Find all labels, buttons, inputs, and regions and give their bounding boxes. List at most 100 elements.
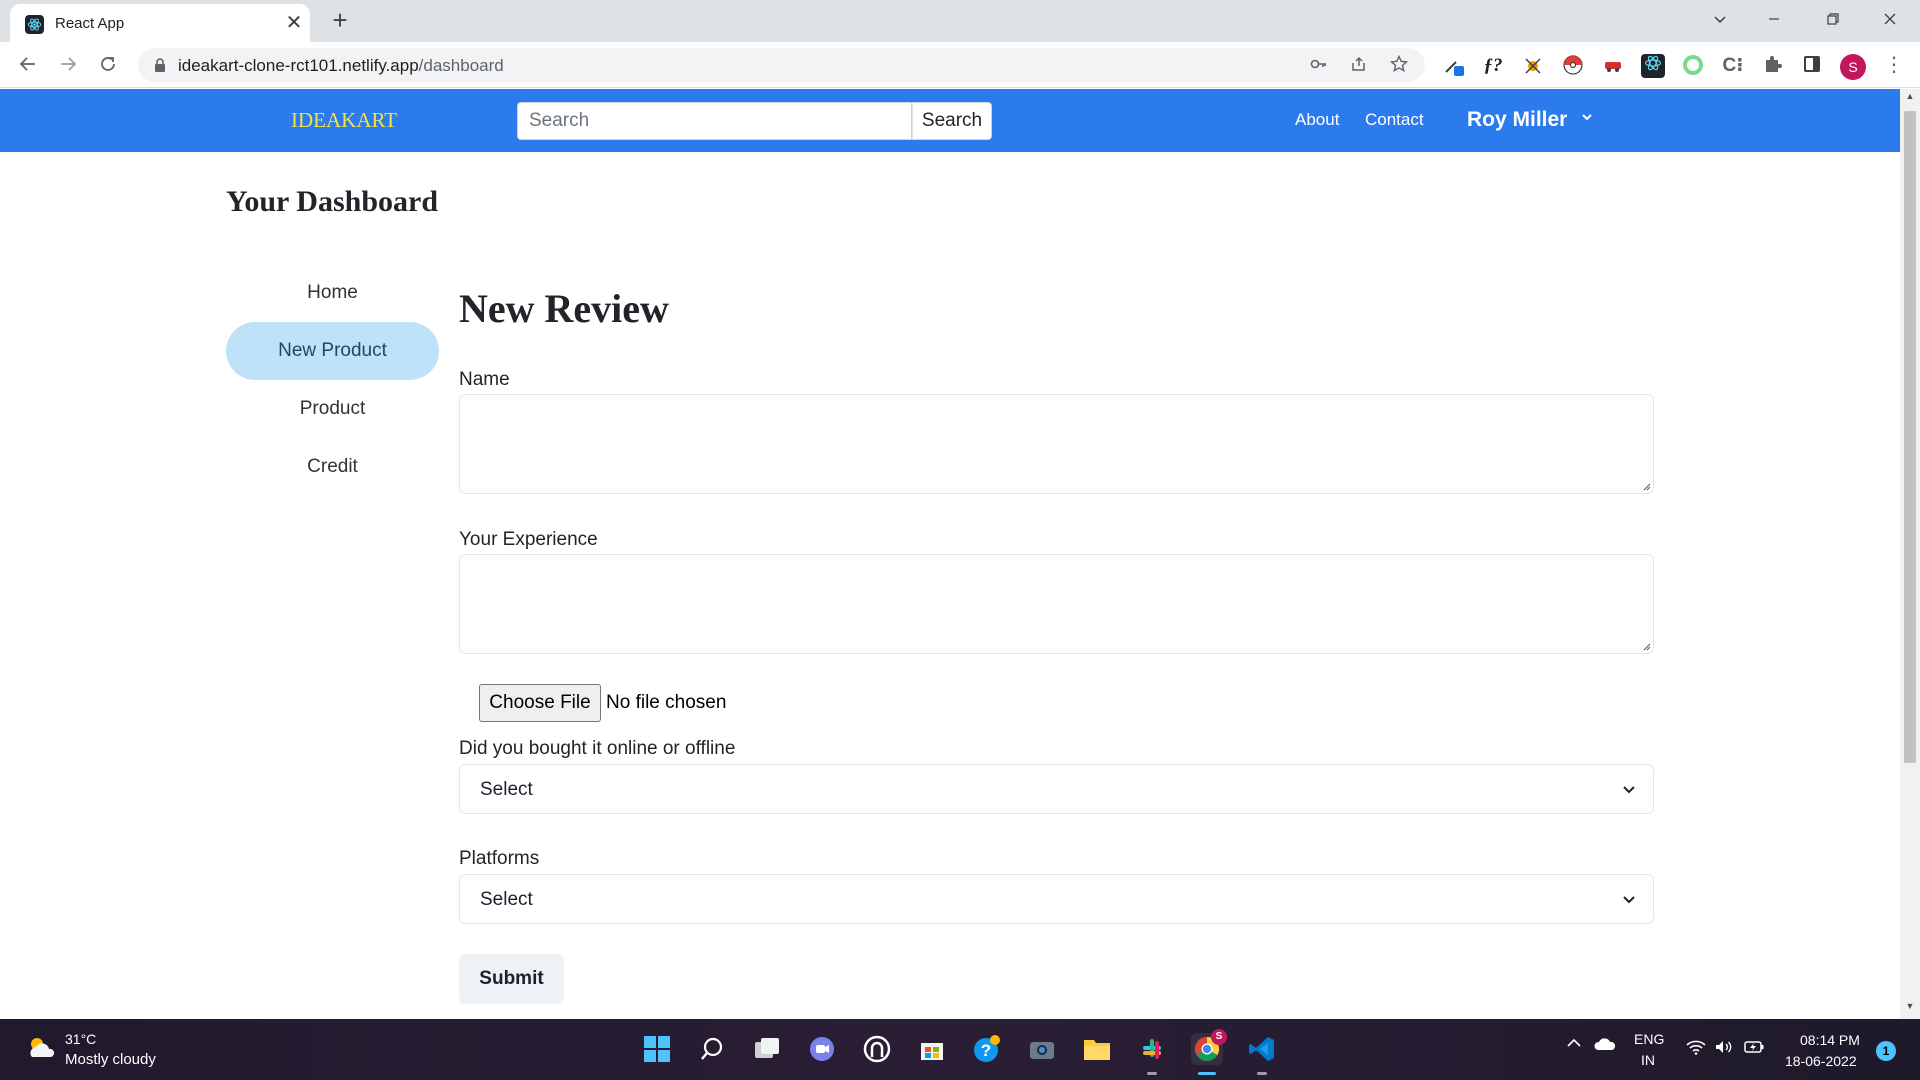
pokeball-extension-icon[interactable] [1561,54,1585,78]
search-button[interactable]: Search [912,102,992,140]
side-panel-icon[interactable] [1800,54,1824,78]
microsoft-store-icon[interactable] [916,1033,948,1065]
nav-link-contact[interactable]: Contact [1365,110,1424,130]
teams-chat-icon[interactable] [806,1033,838,1065]
chevron-down-icon [1623,896,1635,904]
scroll-down-icon[interactable]: ▼ [1900,1001,1920,1017]
file-status: No file chosen [606,692,727,713]
url-text: ideakart-clone-rct101.netlify.app/dashbo… [178,56,504,75]
windows-start-icon[interactable] [641,1033,673,1065]
slack-icon[interactable] [1136,1033,1168,1065]
react-icon [25,15,44,34]
tab-title: React App [55,15,125,32]
profile-avatar[interactable]: S [1840,54,1866,80]
color-wheel-extension-icon[interactable] [1681,54,1705,78]
sidebar-item-new-product[interactable]: New Product [226,322,439,380]
submit-button[interactable]: Submit [459,954,564,1004]
name-label: Name [459,369,510,390]
scroll-thumb[interactable] [1904,111,1916,763]
restore-icon[interactable] [1813,6,1853,34]
scroll-up-icon[interactable]: ▲ [1900,91,1920,107]
task-view-icon[interactable] [751,1033,783,1065]
camera-icon[interactable] [1026,1033,1058,1065]
slack-running-indicator [1147,1072,1157,1075]
bug-extension-icon[interactable] [1521,54,1545,78]
search-input[interactable]: Search [517,102,912,140]
red-car-extension-icon[interactable] [1601,54,1625,78]
brand-logo[interactable]: IDEAKART [291,108,397,133]
extensions-puzzle-icon[interactable] [1761,54,1785,78]
share-icon[interactable] [1348,55,1370,75]
file-explorer-icon[interactable] [1081,1033,1113,1065]
forward-icon[interactable] [54,52,82,80]
windows-taskbar: 31°C Mostly cloudy ? S ENG IN 08:14 PM 1… [0,1019,1920,1080]
weather-temperature: 31°C [65,1031,97,1047]
experience-textarea[interactable] [459,554,1654,654]
nav-link-about[interactable]: About [1295,110,1339,130]
svg-text:?: ? [981,1041,991,1060]
chevron-down-icon [1623,786,1635,794]
key-icon[interactable] [1308,55,1330,75]
tab-search-icon[interactable] [1700,6,1740,34]
onedrive-cloud-icon[interactable] [1594,1037,1616,1054]
bookmark-star-icon[interactable] [1388,54,1410,75]
widgets-icon[interactable] [861,1033,893,1065]
chrome-active-indicator [1198,1072,1216,1075]
clock-time[interactable]: 08:14 PM [1800,1032,1860,1048]
dashboard-title: Your Dashboard [226,185,439,218]
bought-label: Did you bought it online or offline [459,738,736,759]
site-navbar: IDEAKART Search Search About Contact Roy… [0,89,1900,152]
minimize-icon[interactable] [1754,6,1794,34]
page-scrollbar[interactable]: ▲ ▼ [1900,89,1920,1019]
notification-badge[interactable]: 1 [1876,1041,1896,1061]
chrome-profile-badge: S [1211,1029,1227,1045]
close-tab-icon[interactable]: ✕ [283,12,305,34]
resize-grip-icon[interactable] [1641,641,1651,651]
bought-select[interactable]: Select [459,764,1654,814]
user-name: Roy Miller [1467,108,1568,131]
chevron-down-icon [1581,110,1593,126]
battery-charging-icon[interactable] [1744,1039,1766,1058]
chrome-menu-icon[interactable]: ⋮ [1884,52,1904,77]
react-devtools-icon[interactable] [1641,54,1665,78]
user-menu[interactable]: Roy Miller [1467,108,1593,132]
volume-icon[interactable] [1714,1039,1734,1058]
function-extension-icon[interactable]: ƒ? [1481,54,1505,78]
show-hidden-icons-icon[interactable] [1566,1035,1582,1054]
new-tab-button[interactable]: + [326,6,354,34]
vscode-icon[interactable] [1246,1033,1278,1065]
form-title: New Review [459,286,669,331]
close-window-icon[interactable] [1870,6,1910,34]
browser-tab-bar: React App ✕ + [0,0,1920,42]
browser-tab[interactable]: React App ✕ [10,4,310,42]
clock-date[interactable]: 18-06-2022 [1785,1053,1857,1069]
css-extension-icon[interactable]: C⁝ [1721,54,1745,78]
help-icon[interactable]: ? [971,1033,1003,1065]
sidebar-item-credit[interactable]: Credit [226,438,439,496]
url-field[interactable]: ideakart-clone-rct101.netlify.app/dashbo… [138,48,1425,82]
eyedropper-extension-icon[interactable] [1442,54,1466,78]
name-textarea[interactable] [459,394,1654,494]
back-icon[interactable] [14,52,42,80]
address-bar: ideakart-clone-rct101.netlify.app/dashbo… [0,42,1920,88]
search-icon[interactable] [696,1033,728,1065]
sidebar-item-product[interactable]: Product [226,380,439,438]
platforms-label: Platforms [459,848,540,869]
platforms-select-value: Select [480,889,533,910]
chrome-icon[interactable]: S [1191,1029,1227,1065]
region-indicator[interactable]: IN [1641,1052,1655,1068]
weather-description: Mostly cloudy [65,1051,156,1068]
lock-icon[interactable] [152,57,168,73]
sidebar-item-home[interactable]: Home [226,264,439,322]
resize-grip-icon[interactable] [1641,481,1651,491]
vscode-running-indicator [1257,1072,1267,1075]
page-viewport: IDEAKART Search Search About Contact Roy… [0,89,1900,1019]
wifi-icon[interactable] [1686,1039,1706,1058]
reload-icon[interactable] [94,52,122,80]
bought-select-value: Select [480,779,533,800]
weather-cloud-sun-icon[interactable] [26,1035,56,1061]
choose-file-button[interactable]: Choose File [479,684,601,722]
platforms-select[interactable]: Select [459,874,1654,924]
experience-label: Your Experience [459,529,598,550]
language-indicator[interactable]: ENG [1634,1031,1664,1047]
